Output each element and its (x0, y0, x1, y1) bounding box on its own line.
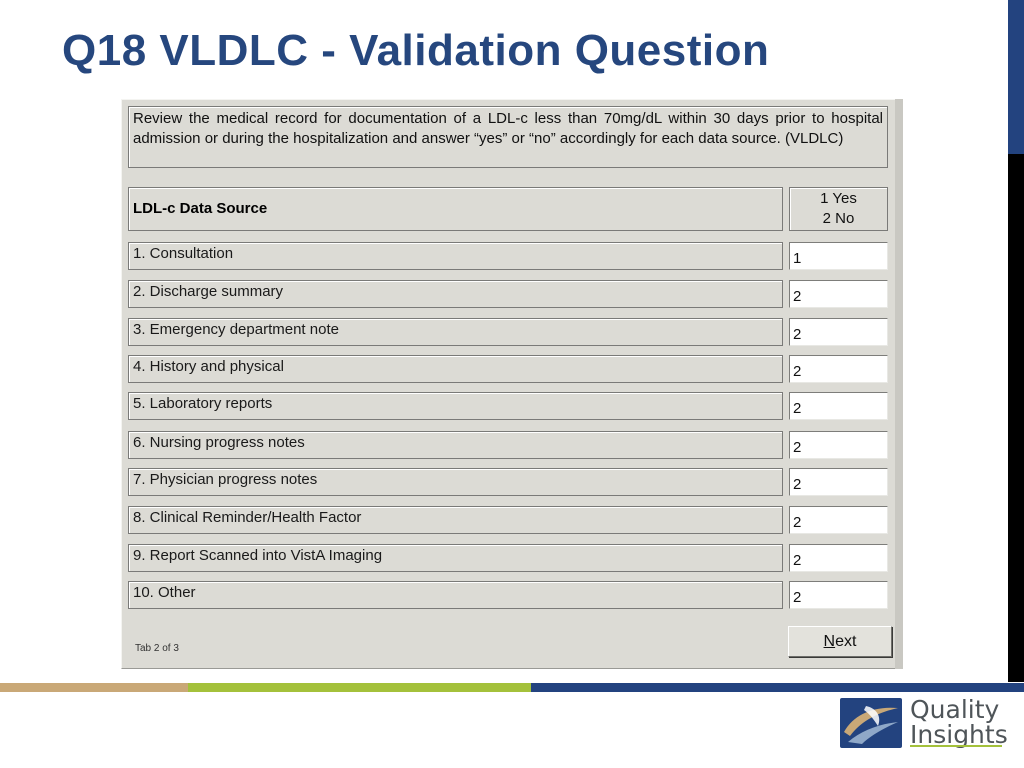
logo-underline (910, 745, 1002, 747)
row-label-report-scanned: 9. Report Scanned into VistA Imaging (128, 544, 783, 572)
answer-key-yes: 1 Yes (820, 190, 857, 207)
instruction-text: Review the medical record for documentat… (128, 106, 888, 168)
logo-text-line2: Insights (910, 720, 1008, 749)
logo-mark-icon (840, 698, 902, 748)
row-label-history-and-physical: 4. History and physical (128, 355, 783, 383)
answer-input-consultation[interactable] (789, 242, 888, 270)
tab-indicator: Tab 2 of 3 (135, 643, 179, 654)
row-label-physician-progress-notes: 7. Physician progress notes (128, 468, 783, 496)
answer-input-nursing-progress-notes[interactable] (789, 431, 888, 459)
answer-input-clinical-reminder[interactable] (789, 506, 888, 534)
next-button-label: ext (835, 633, 857, 650)
answer-input-emergency-department-note[interactable] (789, 318, 888, 346)
quality-insights-logo: Quality Insights (840, 697, 1008, 751)
form-panel: Review the medical record for documentat… (121, 99, 903, 669)
answer-input-physician-progress-notes[interactable] (789, 468, 888, 496)
row-label-consultation: 1. Consultation (128, 242, 783, 270)
footer-stripe-tan (0, 683, 188, 692)
row-label-discharge-summary: 2. Discharge summary (128, 280, 783, 308)
slide-title: Q18 VLDLC - Validation Question (62, 26, 770, 75)
right-dark-bar (1008, 154, 1024, 682)
answer-input-other[interactable] (789, 581, 888, 609)
right-accent-bar (1008, 0, 1024, 154)
next-button-mnemonic: N (823, 633, 836, 650)
answer-input-laboratory-reports[interactable] (789, 392, 888, 420)
footer-stripe-green (188, 683, 531, 692)
row-label-clinical-reminder: 8. Clinical Reminder/Health Factor (128, 506, 783, 534)
answer-input-history-and-physical[interactable] (789, 355, 888, 383)
row-label-emergency-department-note: 3. Emergency department note (128, 318, 783, 346)
answer-key-no: 2 No (822, 210, 855, 227)
data-source-header: LDL-c Data Source (128, 187, 783, 231)
row-label-nursing-progress-notes: 6. Nursing progress notes (128, 431, 783, 459)
row-label-other: 10. Other (128, 581, 783, 609)
footer-stripe-blue (531, 683, 1024, 692)
row-label-laboratory-reports: 5. Laboratory reports (128, 392, 783, 420)
answer-input-report-scanned[interactable] (789, 544, 888, 572)
next-button[interactable]: Next (788, 626, 892, 657)
form-scrollbar[interactable] (895, 99, 903, 669)
answer-input-discharge-summary[interactable] (789, 280, 888, 308)
logo-text: Quality Insights (910, 697, 1008, 747)
answer-key-header: 1 Yes 2 No (789, 187, 888, 231)
